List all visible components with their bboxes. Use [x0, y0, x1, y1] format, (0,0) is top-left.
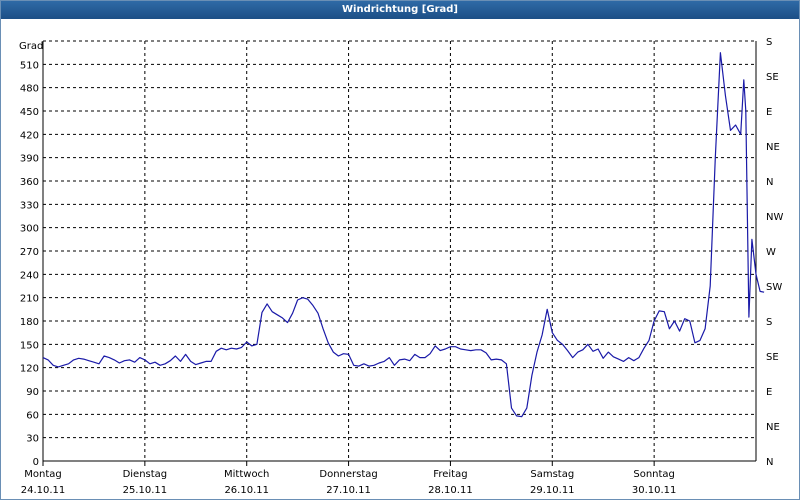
y-tick-label: 360 — [20, 177, 39, 188]
compass-label: SW — [766, 282, 782, 293]
x-day-label: Samstag — [530, 469, 574, 480]
compass-label: S — [766, 37, 772, 48]
grid — [43, 40, 757, 462]
compass-label: SE — [766, 352, 779, 363]
y-tick-label: 90 — [26, 387, 39, 398]
y-tick-label: 180 — [20, 317, 39, 328]
x-day-label: Mittwoch — [224, 469, 269, 480]
compass-label: N — [766, 457, 773, 468]
x-day-label: Montag — [24, 469, 61, 480]
x-day-label: Donnerstag — [319, 469, 377, 480]
y-tick-label: 450 — [20, 107, 39, 118]
y-axis-label: Grad — [19, 41, 43, 52]
y-tick-label: 120 — [20, 364, 39, 375]
series-layer — [42, 52, 765, 418]
y-tick-label: 390 — [20, 154, 39, 165]
tick-labels: 0 30 60 90 120 150 180 210 240 270 300 330 360 390 420… — [20, 37, 784, 496]
x-date-label: 29.10.11 — [530, 485, 575, 496]
x-date-label: 30.10.11 — [632, 485, 677, 496]
y-tick-label: 330 — [20, 200, 39, 211]
series-line — [42, 52, 765, 418]
y-tick-label: 270 — [20, 247, 39, 258]
compass-label: SE — [766, 72, 779, 83]
y-tick-label: 480 — [20, 84, 39, 95]
x-date-label: 24.10.11 — [21, 485, 66, 496]
compass-label: N — [766, 177, 773, 188]
y-tick-label: 30 — [26, 434, 39, 445]
compass-label: E — [766, 387, 772, 398]
x-day-label: Dienstag — [123, 469, 168, 480]
axes — [42, 41, 757, 466]
compass-label: S — [766, 317, 772, 328]
compass-label: NE — [766, 142, 780, 153]
chart-window: Windrichtung [Grad] 0 30 60 90 120 150 180 210 2… — [0, 0, 800, 500]
x-date-label: 27.10.11 — [326, 485, 371, 496]
y-tick-label: 150 — [20, 340, 39, 351]
compass-label: NE — [766, 422, 780, 433]
x-date-label: 25.10.11 — [123, 485, 168, 496]
x-date-label: 26.10.11 — [224, 485, 269, 496]
compass-label: NW — [766, 212, 783, 223]
y-tick-label: 60 — [26, 410, 39, 421]
y-tick-label: 300 — [20, 224, 39, 235]
compass-label: E — [766, 107, 772, 118]
y-tick-label: 510 — [20, 60, 39, 71]
y-tick-label: 0 — [33, 457, 39, 468]
y-tick-label: 240 — [20, 270, 39, 281]
y-tick-label: 420 — [20, 130, 39, 141]
x-date-label: 28.10.11 — [428, 485, 473, 496]
y-tick-label: 210 — [20, 294, 39, 305]
x-day-label: Sonntag — [633, 469, 675, 480]
x-day-label: Freitag — [433, 469, 467, 480]
wind-direction-chart: 0 30 60 90 120 150 180 210 240 270 300 330 360 390 420… — [19, 37, 784, 496]
compass-label: W — [766, 247, 776, 258]
